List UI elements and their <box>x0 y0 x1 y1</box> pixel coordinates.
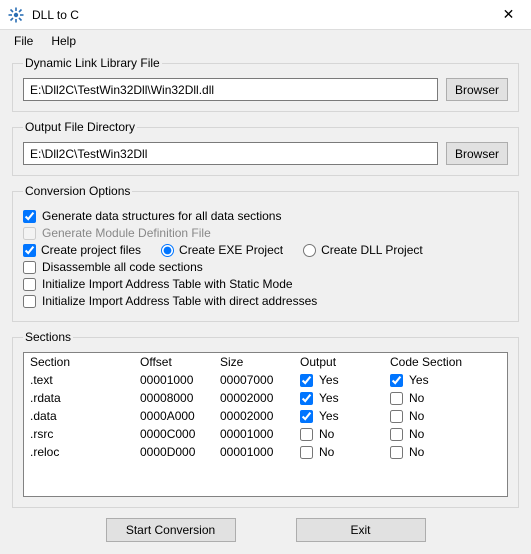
cell-code-label: No <box>409 445 424 459</box>
th-output: Output <box>294 353 384 371</box>
cell-size: 00007000 <box>214 371 294 389</box>
start-conversion-button[interactable]: Start Conversion <box>106 518 236 542</box>
app-icon <box>8 7 24 23</box>
table-row: .data0000A00000002000 Yes No <box>24 407 507 425</box>
group-dll: Dynamic Link Library File Browser <box>12 56 519 112</box>
group-output-legend: Output File Directory <box>23 120 137 134</box>
cell-offset: 00001000 <box>134 371 214 389</box>
label-gen-def: Generate Module Definition File <box>42 226 211 240</box>
cell-section-name: .rsrc <box>24 425 134 443</box>
sections-table: Section Offset Size Output Code Section … <box>24 353 507 461</box>
check-code-section[interactable] <box>390 392 403 405</box>
cell-code-label: No <box>409 427 424 441</box>
cell-size: 00002000 <box>214 407 294 425</box>
label-gen-structs: Generate data structures for all data se… <box>42 209 281 223</box>
label-create-proj: Create project files <box>41 243 141 257</box>
sections-table-wrap: Section Offset Size Output Code Section … <box>23 352 508 497</box>
check-create-proj[interactable] <box>23 244 36 257</box>
table-row: .rsrc0000C00000001000 No No <box>24 425 507 443</box>
check-output[interactable] <box>300 392 313 405</box>
th-code: Code Section <box>384 353 507 371</box>
menu-file[interactable]: File <box>6 32 41 48</box>
titlebar: DLL to C ✕ <box>0 0 531 30</box>
cell-offset: 0000C000 <box>134 425 214 443</box>
output-path-input[interactable] <box>23 142 438 165</box>
cell-code-label: No <box>409 409 424 423</box>
check-code-section[interactable] <box>390 428 403 441</box>
cell-section-name: .reloc <box>24 443 134 461</box>
check-output[interactable] <box>300 410 313 423</box>
table-row: .text0000100000007000 Yes Yes <box>24 371 507 389</box>
cell-size: 00001000 <box>214 443 294 461</box>
th-section: Section <box>24 353 134 371</box>
cell-offset: 0000D000 <box>134 443 214 461</box>
cell-offset: 00008000 <box>134 389 214 407</box>
radio-create-dll[interactable] <box>303 244 316 257</box>
group-sections: Sections Section Offset Size Output Code… <box>12 330 519 508</box>
label-create-exe: Create EXE Project <box>179 243 283 257</box>
check-iat-static[interactable] <box>23 278 36 291</box>
check-code-section[interactable] <box>390 446 403 459</box>
check-disasm[interactable] <box>23 261 36 274</box>
menu-help[interactable]: Help <box>43 32 84 48</box>
label-iat-static: Initialize Import Address Table with Sta… <box>42 277 293 291</box>
menubar: File Help <box>0 30 531 50</box>
cell-size: 00001000 <box>214 425 294 443</box>
radio-create-exe[interactable] <box>161 244 174 257</box>
cell-code-label: Yes <box>409 373 429 387</box>
cell-output-label: Yes <box>319 409 339 423</box>
cell-section-name: .data <box>24 407 134 425</box>
check-output[interactable] <box>300 446 313 459</box>
group-options-legend: Conversion Options <box>23 184 132 198</box>
close-icon[interactable]: ✕ <box>486 0 531 30</box>
cell-output-label: Yes <box>319 373 339 387</box>
group-output: Output File Directory Browser <box>12 120 519 176</box>
label-iat-direct: Initialize Import Address Table with dir… <box>42 294 317 308</box>
check-iat-direct[interactable] <box>23 295 36 308</box>
cell-section-name: .text <box>24 371 134 389</box>
cell-code-label: No <box>409 391 424 405</box>
cell-output-label: No <box>319 445 334 459</box>
check-gen-structs[interactable] <box>23 210 36 223</box>
group-sections-legend: Sections <box>23 330 73 344</box>
footer: Start Conversion Exit <box>12 518 519 542</box>
label-create-dll: Create DLL Project <box>321 243 423 257</box>
cell-section-name: .rdata <box>24 389 134 407</box>
group-dll-legend: Dynamic Link Library File <box>23 56 162 70</box>
check-output[interactable] <box>300 428 313 441</box>
th-offset: Offset <box>134 353 214 371</box>
check-code-section[interactable] <box>390 374 403 387</box>
output-browse-button[interactable]: Browser <box>446 142 508 165</box>
table-row: .rdata0000800000002000 Yes No <box>24 389 507 407</box>
dll-browse-button[interactable]: Browser <box>446 78 508 101</box>
exit-button[interactable]: Exit <box>296 518 426 542</box>
dll-path-input[interactable] <box>23 78 438 101</box>
label-disasm: Disassemble all code sections <box>42 260 203 274</box>
th-size: Size <box>214 353 294 371</box>
group-options: Conversion Options Generate data structu… <box>12 184 519 322</box>
check-gen-def <box>23 227 36 240</box>
cell-size: 00002000 <box>214 389 294 407</box>
check-output[interactable] <box>300 374 313 387</box>
cell-output-label: No <box>319 427 334 441</box>
table-row: .reloc0000D00000001000 No No <box>24 443 507 461</box>
cell-output-label: Yes <box>319 391 339 405</box>
check-code-section[interactable] <box>390 410 403 423</box>
cell-offset: 0000A000 <box>134 407 214 425</box>
window-title: DLL to C <box>32 8 486 22</box>
